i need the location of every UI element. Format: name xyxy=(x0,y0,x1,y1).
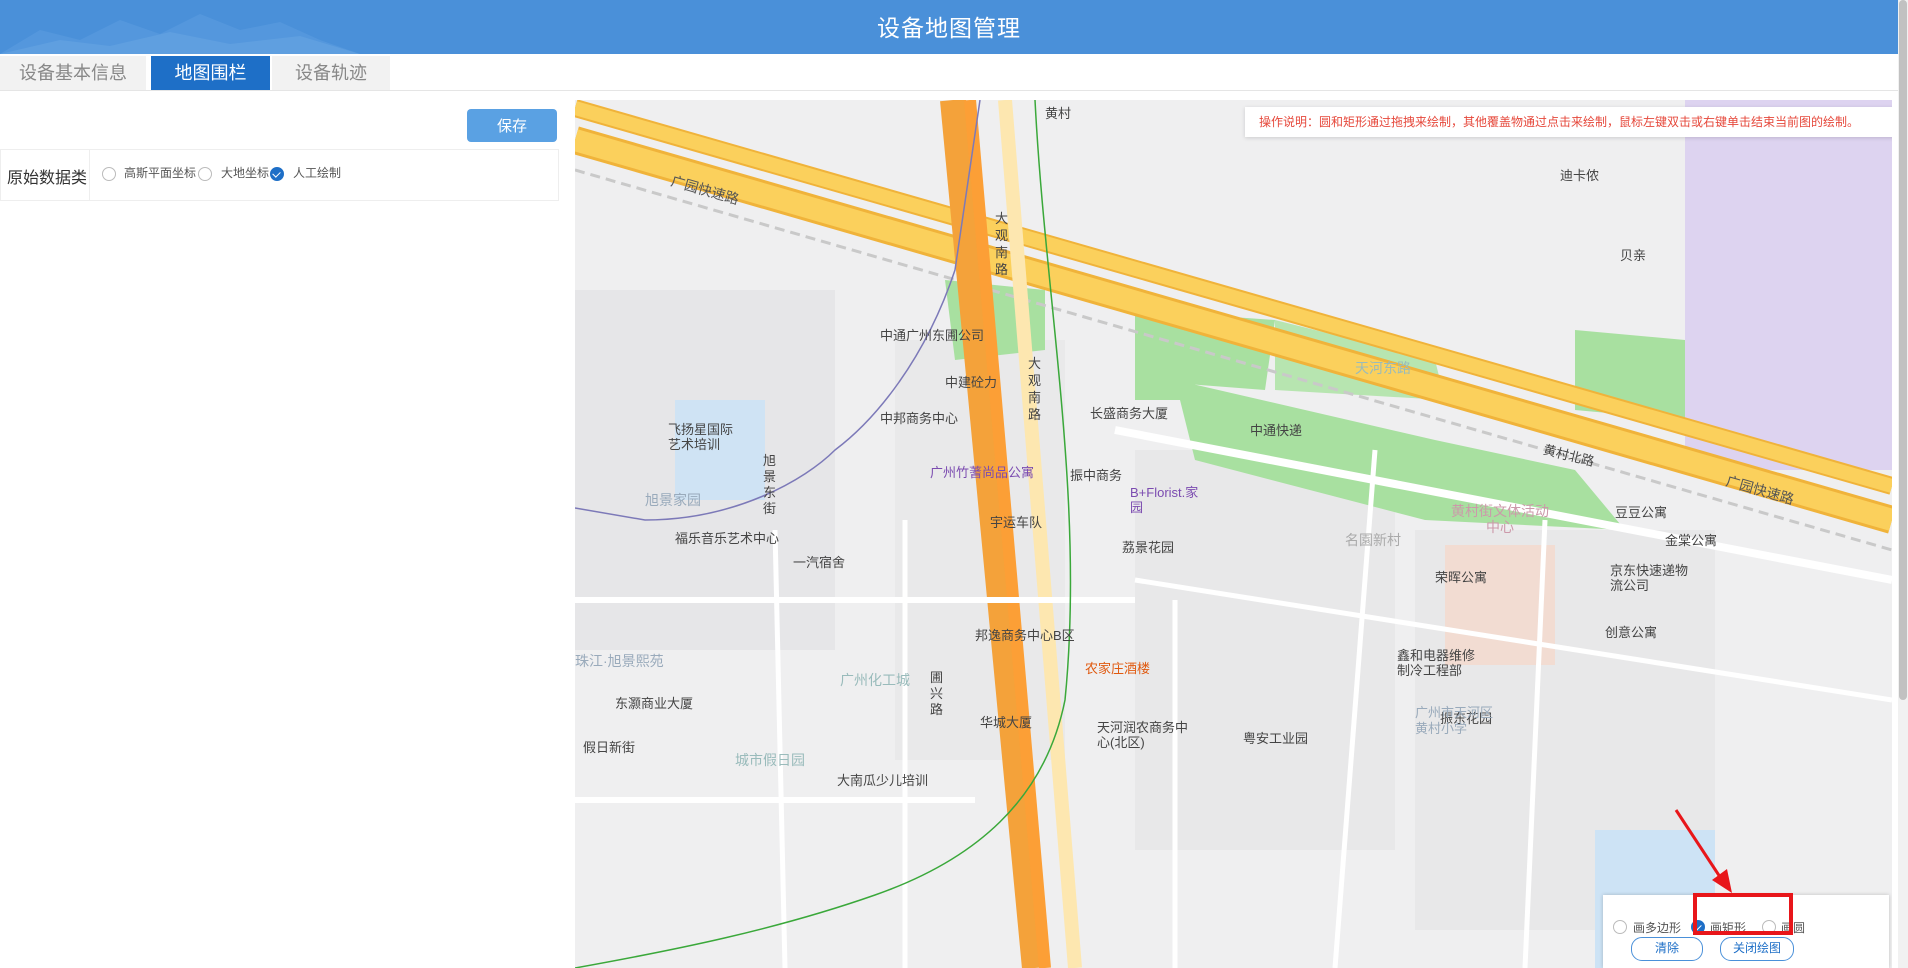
poi-label: 珠江·旭景熙苑 xyxy=(575,653,664,669)
poi-label[interactable]: 荣晖公寓 xyxy=(1435,567,1487,586)
poi-label[interactable]: 东灏商业大厦 xyxy=(615,693,693,712)
road-label: 旭景东街 xyxy=(763,453,777,516)
road-label: 大观南路 xyxy=(1028,356,1042,422)
page-title: 设备地图管理 xyxy=(877,15,1021,41)
poi-label[interactable]: 华城大厦 xyxy=(980,712,1032,731)
poi-label: 城市假日园 xyxy=(735,752,805,768)
poi-label[interactable]: 创意公寓 xyxy=(1605,622,1657,641)
poi-label[interactable]: 粤安工业园 xyxy=(1243,728,1308,747)
poi-label[interactable]: 中邦商务中心 xyxy=(880,408,958,427)
poi-label[interactable]: 广州竹蓍尚品公寓 xyxy=(930,462,1034,481)
poi-label[interactable]: 中通广州东圃公司 xyxy=(880,325,984,344)
radio-geodetic[interactable] xyxy=(198,167,212,181)
poi-label[interactable]: 荔景花园 xyxy=(1122,537,1174,556)
map-canvas[interactable]: 操作说明：圆和矩形通过拖拽来绘制，其他覆盖物通过点击来绘制，鼠标左键双击或右键单… xyxy=(575,100,1892,968)
settings-panel: 保存 原始数据类 高斯平面坐标 大地坐标 人工绘制 xyxy=(0,95,570,965)
radio-gauss-label: 高斯平面坐标 xyxy=(124,166,197,180)
poi-label[interactable]: 中通快递 xyxy=(1250,420,1302,439)
poi-label: 旭景家园 xyxy=(645,492,701,508)
radio-polygon-label: 画多边形 xyxy=(1633,921,1682,935)
radio-gauss[interactable] xyxy=(102,167,116,181)
tab-device-track[interactable]: 设备轨迹 xyxy=(272,56,390,90)
poi-label[interactable]: 福乐音乐艺术中心 xyxy=(675,528,779,547)
poi-label[interactable]: 黄村 xyxy=(1045,103,1071,122)
clear-button[interactable]: 清除 xyxy=(1631,937,1703,961)
poi-label[interactable]: 豆豆公寓 xyxy=(1615,502,1667,521)
source-type-row: 原始数据类 高斯平面坐标 大地坐标 人工绘制 xyxy=(0,149,559,201)
poi-label[interactable]: 中建砼力 xyxy=(945,372,997,391)
scrollbar-thumb[interactable] xyxy=(1899,0,1907,700)
poi-label[interactable]: 迪卡侬 xyxy=(1560,165,1599,184)
poi-label[interactable]: 天河润农商务中心(北区) xyxy=(1097,720,1197,750)
road-label: 天河东路 xyxy=(1355,360,1411,376)
poi-label[interactable]: 振中商务 xyxy=(1070,465,1122,484)
poi-label[interactable]: 飞扬星国际艺术培训 xyxy=(668,422,738,452)
source-type-label: 原始数据类 xyxy=(7,170,88,187)
app-header: 设备地图管理 xyxy=(0,0,1898,54)
poi-label[interactable]: 鑫和电器维修制冷工程部 xyxy=(1397,648,1487,678)
poi-label[interactable]: B+Florist.家园 xyxy=(1130,485,1200,515)
road-label: 圃兴路 xyxy=(930,670,944,717)
poi-label[interactable]: 大南瓜少儿培训 xyxy=(837,770,928,789)
page-scrollbar[interactable] xyxy=(1898,0,1908,968)
poi-label[interactable]: 邦逸商务中心B区 xyxy=(975,625,1075,644)
poi-label: 名園新村 xyxy=(1345,532,1401,548)
poi-label[interactable]: 农家庄酒楼 xyxy=(1085,658,1150,677)
road-label: 大观南路 xyxy=(995,211,1009,277)
poi-label[interactable]: 金棠公寓 xyxy=(1665,530,1717,549)
poi-label[interactable]: 贝亲 xyxy=(1620,245,1646,264)
annotation-highlight-box xyxy=(1693,893,1793,935)
radio-polygon[interactable] xyxy=(1613,920,1627,934)
radio-geodetic-label: 大地坐标 xyxy=(221,166,270,180)
close-drawing-button[interactable]: 关闭绘图 xyxy=(1720,937,1794,961)
poi-label: 广州市天河区黄村小学 xyxy=(1415,705,1494,736)
poi-label: 广州化工城 xyxy=(840,672,910,688)
save-button[interactable]: 保存 xyxy=(467,109,557,142)
road-label: 假日新街 xyxy=(583,740,636,755)
tab-device-info[interactable]: 设备基本信息 xyxy=(0,56,146,90)
poi-label: 黄村街文体活动中心 xyxy=(1451,503,1549,535)
radio-manual[interactable] xyxy=(270,167,284,181)
poi-label[interactable]: 一汽宿舍 xyxy=(793,552,845,571)
poi-label[interactable]: 长盛商务大厦 xyxy=(1090,403,1168,422)
operation-notice: 操作说明：圆和矩形通过拖拽来绘制，其他覆盖物通过点击来绘制，鼠标左键双击或右键单… xyxy=(1245,107,1892,137)
tab-map-fence[interactable]: 地图围栏 xyxy=(151,56,270,90)
poi-label[interactable]: 宇运车队 xyxy=(990,512,1042,531)
radio-manual-label: 人工绘制 xyxy=(293,166,342,180)
divider xyxy=(89,150,90,200)
poi-label[interactable]: 京东快速递物流公司 xyxy=(1610,563,1700,593)
tab-bar: 设备基本信息 地图围栏 设备轨迹 xyxy=(0,54,1898,91)
